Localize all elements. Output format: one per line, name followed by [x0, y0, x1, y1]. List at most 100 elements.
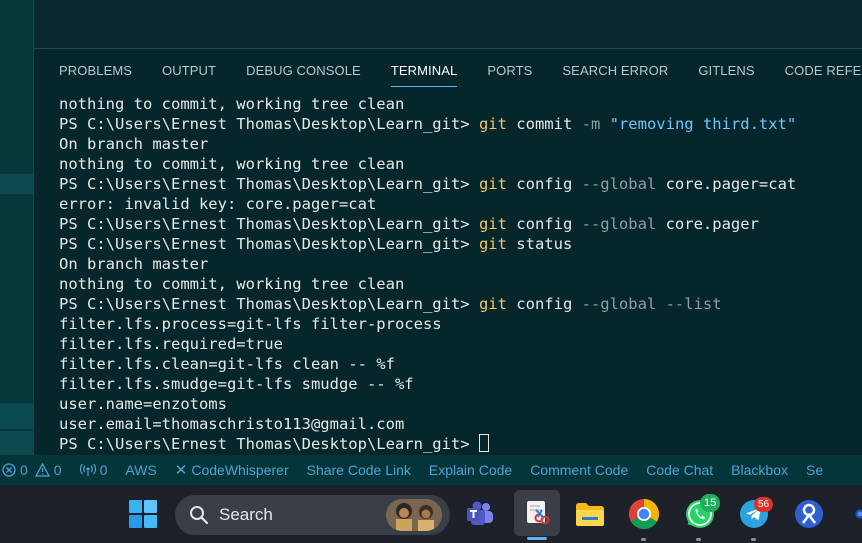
command-name: git — [478, 175, 507, 193]
search-icon — [190, 506, 209, 525]
terminal-cursor — [478, 434, 489, 452]
command-flag: --global — [581, 215, 657, 233]
status-overflow-label: Se — [805, 462, 824, 478]
comment-code-label: Comment Code — [530, 462, 629, 478]
terminal-line: error: invalid key: core.pager=cat — [59, 195, 377, 213]
terminal-line: PS C:\Users\Ernest Thomas\Desktop\Learn_… — [59, 434, 862, 454]
status-bar: 0 0 0 AWS ✕ CodeWhisperer Share Code Lin… — [0, 455, 862, 485]
command-name: git — [478, 215, 507, 233]
editor-area — [0, 0, 862, 50]
file-explorer-icon[interactable] — [573, 497, 607, 531]
explain-code-label: Explain Code — [428, 462, 513, 478]
terminal-prompt: PS C:\Users\Ernest Thomas\Desktop\Learn_… — [59, 175, 479, 193]
code-chat-label: Code Chat — [646, 462, 714, 478]
aws-status[interactable]: AWS — [116, 462, 165, 478]
close-icon: ✕ — [174, 462, 188, 479]
taskbar-search[interactable]: Search — [175, 495, 450, 535]
command-args: config — [516, 215, 582, 233]
terminal-line: On branch master — [59, 255, 209, 273]
command-args: commit — [516, 115, 582, 133]
terminal-prompt: PS C:\Users\Ernest Thomas\Desktop\Learn_… — [59, 435, 479, 453]
terminal-line: PS C:\Users\Ernest Thomas\Desktop\Learn_… — [59, 174, 862, 194]
terminal-line: PS C:\Users\Ernest Thomas\Desktop\Learn_… — [59, 214, 862, 234]
telegram-badge: 56 — [754, 497, 774, 512]
activity-bar-strip — [0, 0, 34, 455]
explain-code-button[interactable]: Explain Code — [420, 462, 521, 478]
command-args: status — [516, 235, 573, 253]
terminal-line: filter.lfs.smudge=git-lfs smudge -- %f — [59, 375, 414, 393]
chrome-icon[interactable] — [627, 497, 661, 531]
running-indicator — [696, 538, 701, 541]
status-overflow-item[interactable]: Se — [797, 462, 832, 478]
teams-icon[interactable] — [463, 497, 497, 531]
tab-problems[interactable]: PROBLEMS — [34, 49, 147, 91]
ports-status[interactable]: 0 — [71, 462, 117, 478]
tab-output[interactable]: OUTPUT — [147, 49, 231, 91]
command-flag: --global — [581, 175, 657, 193]
start-button[interactable] — [126, 497, 160, 531]
error-icon — [2, 463, 16, 477]
tab-terminal[interactable]: TERMINAL — [376, 49, 473, 91]
terminal-line: On branch master — [59, 135, 209, 153]
warning-count: 0 — [53, 462, 62, 478]
command-name: git — [478, 115, 507, 133]
warning-icon — [34, 463, 50, 477]
tab-search-error[interactable]: SEARCH ERROR — [547, 49, 683, 91]
activity-marker — [0, 431, 34, 455]
terminal-prompt: PS C:\Users\Ernest Thomas\Desktop\Learn_… — [59, 235, 479, 253]
terminal-line: PS C:\Users\Ernest Thomas\Desktop\Learn_… — [59, 294, 862, 314]
tab-gitlens[interactable]: GITLENS — [683, 49, 769, 91]
terminal-line: user.name=enzotoms — [59, 395, 227, 413]
snipping-tool-icon[interactable] — [514, 490, 560, 536]
activity-marker — [0, 403, 34, 429]
terminal-prompt: PS C:\Users\Ernest Thomas\Desktop\Learn_… — [59, 115, 479, 133]
taskbar: Search 15 56 — [0, 485, 862, 543]
activity-marker — [0, 174, 34, 194]
terminal-prompt: PS C:\Users\Ernest Thomas\Desktop\Learn_… — [59, 295, 479, 313]
windows-logo-icon — [129, 500, 157, 528]
command-flag: --global --list — [581, 295, 722, 313]
share-code-link-button[interactable]: Share Code Link — [298, 462, 420, 478]
terminal-line: filter.lfs.process=git-lfs filter-proces… — [59, 315, 442, 333]
command-args: config — [516, 295, 582, 313]
search-label: Search — [219, 505, 273, 524]
comment-code-button[interactable]: Comment Code — [521, 462, 637, 478]
app-icon[interactable] — [792, 497, 826, 531]
command-string: "removing third.txt" — [609, 115, 797, 133]
terminal-line: nothing to commit, working tree clean — [59, 95, 405, 113]
whatsapp-badge: 15 — [700, 494, 721, 512]
share-code-link-label: Share Code Link — [306, 462, 411, 478]
command-name: git — [478, 295, 507, 313]
blackbox-button[interactable]: Blackbox — [722, 462, 797, 478]
problems-status[interactable]: 0 0 — [0, 462, 71, 478]
tab-code-reference-l[interactable]: CODE REFERENCE L — [770, 49, 862, 91]
aws-label: AWS — [125, 462, 157, 478]
terminal-output[interactable]: nothing to commit, working tree clean PS … — [34, 91, 862, 455]
terminal-line: nothing to commit, working tree clean — [59, 275, 405, 293]
codewhisperer-status[interactable]: ✕ CodeWhisperer — [166, 461, 298, 479]
tab-debug-console[interactable]: DEBUG CONSOLE — [231, 49, 376, 91]
panel-tab-bar: PROBLEMS OUTPUT DEBUG CONSOLE TERMINAL PORTS… — [34, 49, 862, 91]
overflow-app-icon[interactable] — [845, 497, 862, 531]
ports-count: 0 — [99, 462, 108, 478]
tab-ports[interactable]: PORTS — [472, 49, 547, 91]
running-indicator — [751, 538, 756, 541]
terminal-prompt: PS C:\Users\Ernest Thomas\Desktop\Learn_… — [59, 215, 479, 233]
terminal-line: user.email=thomaschristo113@gmail.com — [59, 415, 405, 433]
blackbox-label: Blackbox — [731, 462, 788, 478]
running-indicator — [641, 538, 646, 541]
command-args: config — [516, 175, 582, 193]
codewhisperer-label: CodeWhisperer — [191, 462, 289, 478]
terminal-line: nothing to commit, working tree clean — [59, 155, 405, 173]
error-count: 0 — [20, 462, 28, 478]
command-args: core.pager=cat — [656, 175, 797, 193]
code-chat-button[interactable]: Code Chat — [637, 462, 722, 478]
terminal-line: PS C:\Users\Ernest Thomas\Desktop\Learn_… — [59, 234, 862, 254]
command-name: git — [478, 235, 507, 253]
broadcast-icon — [79, 463, 96, 476]
command-args: core.pager — [656, 215, 759, 233]
command-flag: -m — [581, 115, 601, 133]
terminal-line: filter.lfs.clean=git-lfs clean -- %f — [59, 355, 395, 373]
search-highlight-image — [386, 499, 442, 531]
active-app-indicator — [527, 537, 547, 540]
